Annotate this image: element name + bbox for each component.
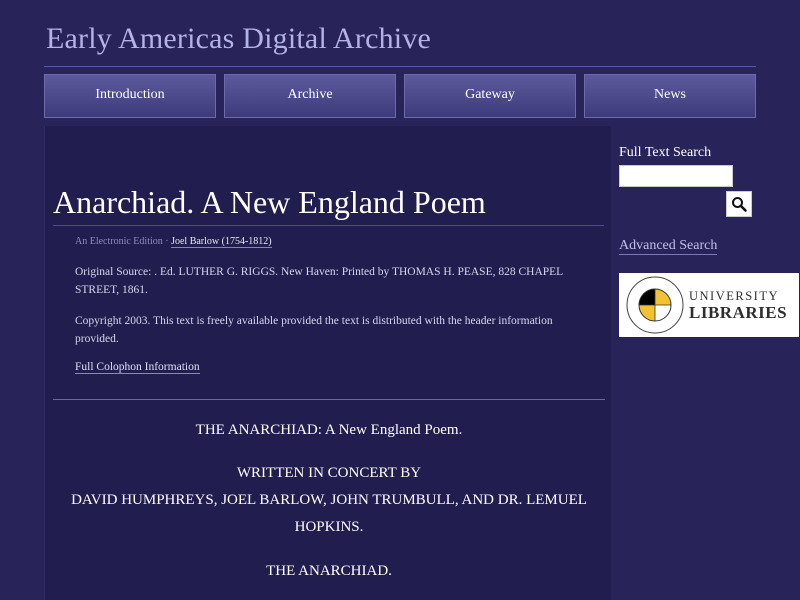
main-nav: Introduction Archive Gateway News — [44, 74, 756, 120]
logo-university-text: UNIVERSITY — [689, 289, 779, 303]
advanced-search-link[interactable]: Advanced Search — [619, 238, 718, 255]
body-divider — [53, 399, 605, 400]
sidebar: Full Text Search Advanced Search UNIVERS… — [619, 140, 800, 600]
authors-line-1: DAVID HUMPHREYS, JOEL BARLOW, JOHN TRUMB… — [71, 492, 587, 508]
copyright-text: Copyright 2003. This text is freely avai… — [75, 315, 553, 345]
search-label: Full Text Search — [619, 145, 712, 160]
document-title: Anarchiad. A New England Poem — [53, 184, 486, 220]
body-heading: THE ANARCHIAD: A New England Poem. — [195, 422, 463, 438]
page: Early Americas Digital Archive Introduct… — [0, 0, 800, 600]
site-title: Early Americas Digital Archive — [46, 22, 432, 55]
nav-gateway[interactable]: Gateway — [404, 74, 576, 118]
source-text: Original Source: . Ed. LUTHER G. RIGGS. … — [75, 266, 563, 296]
main-content: Anarchiad. A New England Poem An Electro… — [44, 126, 611, 600]
search-input[interactable] — [619, 165, 733, 187]
search-button[interactable] — [726, 191, 752, 217]
full-colophon-link[interactable]: Full Colophon Information — [75, 361, 200, 374]
written-in-concert: WRITTEN IN CONCERT BY — [236, 465, 422, 481]
authors-line-2: HOPKINS. — [294, 519, 364, 535]
edition-meta: An Electronic Edition · Joel Barlow (175… — [75, 236, 272, 248]
nav-archive[interactable]: Archive — [224, 74, 396, 118]
university-seal-icon — [626, 276, 684, 334]
university-libraries-logo[interactable]: UNIVERSITY LIBRARIES — [619, 273, 799, 337]
document-title-divider — [53, 225, 604, 226]
nav-news[interactable]: News — [584, 74, 756, 118]
section-heading: THE ANARCHIAD. — [266, 563, 392, 579]
nav-introduction[interactable]: Introduction — [44, 74, 216, 118]
edition-label: An Electronic Edition · — [75, 236, 169, 247]
logo-libraries-text: LIBRARIES — [689, 303, 788, 322]
author-link[interactable]: Joel Barlow (1754-1812) — [171, 236, 272, 248]
title-divider — [44, 66, 756, 67]
search-icon — [732, 197, 747, 212]
